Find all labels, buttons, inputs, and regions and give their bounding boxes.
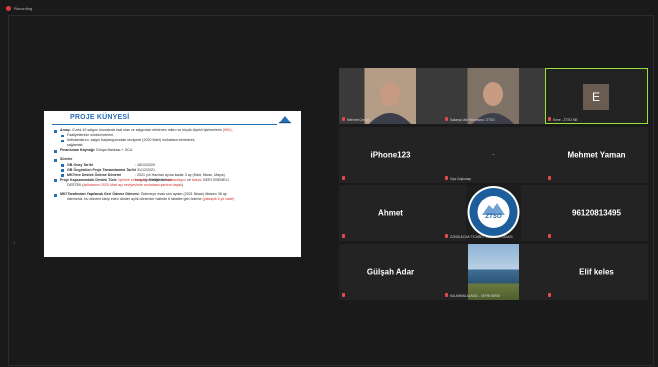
participant-tile[interactable]: Sakarya Vali Yardımcısı / ZTSO	[442, 68, 545, 124]
shared-screen-slide: PROJE KÜNYESİ Amaç: Covid-19 salgını önc…	[44, 111, 301, 257]
slide-text: Covid-19 salgını öncesinde faal olan ve …	[71, 128, 223, 132]
slide-text: Finansman Kaynağı:	[60, 148, 96, 153]
mic-muted-icon	[445, 176, 448, 180]
participant-video	[442, 68, 545, 124]
slide-row: DESTEK (istihdamın 2020 Mart ayı seviyes…	[53, 183, 297, 188]
participant-video	[468, 244, 519, 300]
slide-text: GB Onay Tarihi	[67, 162, 93, 167]
avatar: E	[583, 84, 609, 110]
prev-page-arrow-icon[interactable]: ›	[13, 240, 15, 247]
mic-muted-icon	[342, 293, 345, 297]
slide-text: GERİ ÖDEMELİ	[201, 177, 229, 182]
participant-tile[interactable]: E Emre - ZTSO ME	[545, 68, 648, 124]
participant-video: ZTSO	[442, 185, 545, 241]
participant-tile[interactable]: Ahmet	[339, 185, 442, 241]
mic-muted-icon	[342, 176, 345, 180]
slide-title-underline	[52, 124, 277, 125]
participant-name: Mehmet Yaman	[567, 150, 626, 160]
participant-tile[interactable]: - Oya Coşkunay	[442, 127, 545, 183]
mic-muted-icon	[548, 117, 551, 121]
mic-muted-icon	[445, 293, 448, 297]
participant-name: 96120813495	[572, 208, 621, 218]
mic-muted-icon	[445, 234, 448, 238]
participant-name: iPhone123	[370, 150, 411, 160]
slide-text: ödemesiz, bu dönemi takip eden dörder ay…	[67, 197, 203, 202]
slide-text: DESTEK (	[67, 182, 84, 187]
record-dot-icon	[6, 5, 11, 11]
slide-text: faizsiz	[191, 177, 202, 182]
mic-muted-icon	[342, 117, 345, 121]
slide-text: Proje Kapsamındaki Destek Türü:	[60, 177, 118, 182]
participant-label: ZONGULDAK TİCARET VE SANAYİ ODASI	[450, 235, 513, 239]
top-bar: Recording	[0, 0, 658, 14]
mic-muted-icon	[445, 117, 448, 121]
participant-tile[interactable]: Mehmet Yaman	[545, 127, 648, 183]
slide-title: PROJE KÜNYESİ	[70, 114, 130, 121]
slide-text: istihdamın 2020 Mart ayı seviyesinde muh…	[83, 182, 183, 187]
slide-text: harmanlayıcı	[165, 177, 187, 182]
ztso-logo-text: ZTSO	[485, 214, 502, 220]
slide-text: Amaç:	[60, 128, 71, 132]
participant-label: Emre - ZTSO ME	[553, 118, 578, 122]
slide-text: Süreler	[60, 157, 73, 162]
participant-video	[339, 68, 442, 124]
mic-muted-icon	[548, 234, 551, 238]
participant-name: Ahmet	[378, 208, 403, 218]
slide-text: )	[182, 182, 184, 187]
slide-text: MKİ Tarafından Yapılacak Geri Ödeme Döne…	[60, 192, 140, 197]
participant-tile[interactable]: KALKINMA AJANSI - YAPIM BİRİM	[442, 244, 545, 300]
slide-text: GB Öngörülen Proje Tamamlanma Tarihi	[67, 167, 136, 172]
slide-body: Amaç: Covid-19 salgını öncesinde faal ol…	[53, 128, 297, 202]
participant-label: Sakarya Vali Yardımcısı / ZTSO	[450, 118, 495, 122]
slide-text: niteliğinde	[147, 177, 166, 182]
slide-text: MKİ'lere Destek Ödeme Dönemi	[67, 172, 121, 177]
mic-muted-icon	[548, 176, 551, 180]
kosgeb-logo-icon	[277, 114, 293, 124]
participant-label: Oya Coşkunay	[450, 177, 471, 181]
slide-text: İşletme sermayesi	[117, 177, 148, 182]
slide-text: Faaliyetlerinin sürdürmelerini,	[67, 133, 114, 138]
participant-tile[interactable]: Gülşah Adar	[339, 244, 442, 300]
slide-row: ödemesiz, bu dönemi takip eden dörder ay…	[53, 197, 297, 202]
participant-name: Elif keles	[579, 267, 614, 277]
participant-tile[interactable]: ZTSO ZONGULDAK TİCARET VE SANAYİ ODASI	[442, 185, 545, 241]
recording-indicator[interactable]: Recording	[6, 4, 32, 12]
participant-name: -	[492, 151, 495, 159]
slide-text: (MKİ)	[222, 128, 232, 132]
participant-tile[interactable]: Elif keles	[545, 244, 648, 300]
slide-text: (yaklaşık 5 yıl vade)	[202, 197, 235, 202]
participant-label: Mehmet Çengel	[347, 118, 370, 122]
mic-muted-icon	[342, 234, 345, 238]
mic-muted-icon	[548, 293, 551, 297]
slide-text: İstihdamlarını, salgın başlangıcındaki s…	[67, 138, 196, 143]
slide-text: sağlamak.	[67, 143, 84, 148]
participant-label: KALKINMA AJANSI - YAPIM BİRİM	[450, 294, 501, 298]
slide-text: Dünya Bankası + JICA	[95, 148, 133, 153]
recording-label: Recording	[14, 5, 33, 11]
participant-tile[interactable]: 96120813495	[545, 185, 648, 241]
slide-text: Ödemeye esas son aydan (2021 Nisan) itib…	[139, 192, 227, 197]
participant-tile[interactable]: Mehmet Çengel	[339, 68, 442, 124]
slide-row: Finansman Kaynağı: Dünya Bankası + JICA	[53, 148, 297, 153]
slide-text: ,	[231, 128, 233, 132]
participant-tile[interactable]: iPhone123	[339, 127, 442, 183]
participant-name: Gülşah Adar	[366, 267, 415, 277]
